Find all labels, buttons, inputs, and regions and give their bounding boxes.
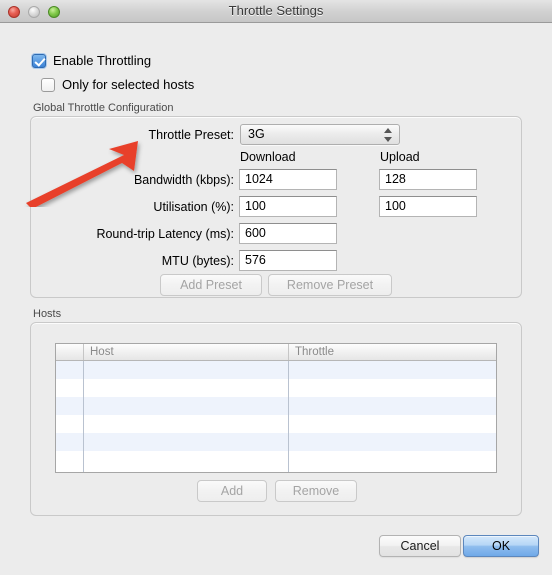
column-divider-throttle	[288, 361, 289, 472]
global-config-group-title: Global Throttle Configuration	[33, 102, 174, 114]
table-row[interactable]	[56, 433, 496, 451]
ok-button[interactable]: OK	[463, 535, 539, 557]
only-selected-hosts-row[interactable]: Only for selected hosts	[41, 77, 194, 92]
bandwidth-download-input[interactable]: 1024	[239, 169, 337, 190]
throttle-preset-select[interactable]: 3G	[240, 124, 400, 145]
download-column-header: Download	[240, 150, 296, 164]
remove-host-button[interactable]: Remove	[275, 480, 357, 502]
table-row[interactable]	[56, 361, 496, 379]
hosts-table[interactable]: Host Throttle	[55, 343, 497, 473]
hosts-table-header: Host Throttle	[56, 344, 496, 361]
hosts-table-body[interactable]	[56, 361, 496, 472]
window-titlebar: Throttle Settings	[0, 0, 552, 23]
hosts-table-header-host[interactable]: Host	[83, 344, 288, 360]
hosts-table-header-throttle[interactable]: Throttle	[288, 344, 496, 360]
add-host-button[interactable]: Add	[197, 480, 267, 502]
utilisation-upload-input[interactable]: 100	[379, 196, 477, 217]
dialog-content: Enable Throttling Only for selected host…	[0, 23, 552, 575]
table-row[interactable]	[56, 397, 496, 415]
only-selected-hosts-label: Only for selected hosts	[62, 77, 195, 92]
upload-column-header: Upload	[380, 150, 420, 164]
utilisation-label: Utilisation (%):	[153, 200, 234, 214]
enable-throttling-label: Enable Throttling	[53, 53, 152, 68]
throttle-preset-label: Throttle Preset:	[148, 128, 234, 142]
cancel-button[interactable]: Cancel	[379, 535, 461, 557]
table-row[interactable]	[56, 415, 496, 433]
mtu-label: MTU (bytes):	[161, 254, 234, 268]
throttle-preset-value: 3G	[248, 127, 265, 141]
hosts-table-header-index[interactable]	[56, 344, 83, 360]
remove-preset-button[interactable]: Remove Preset	[268, 274, 392, 296]
bandwidth-label: Bandwidth (kbps):	[133, 173, 234, 187]
hosts-group-title: Hosts	[33, 308, 62, 320]
round-trip-latency-label: Round-trip Latency (ms):	[96, 227, 234, 241]
mtu-input[interactable]: 576	[239, 250, 337, 271]
chevron-updown-icon[interactable]	[384, 127, 393, 143]
add-preset-button[interactable]: Add Preset	[160, 274, 262, 296]
table-row[interactable]	[56, 379, 496, 397]
enable-throttling-row[interactable]: Enable Throttling	[32, 53, 151, 68]
table-row[interactable]	[56, 451, 496, 469]
column-divider-host	[83, 361, 84, 472]
round-trip-latency-input[interactable]: 600	[239, 223, 337, 244]
only-selected-hosts-checkbox[interactable]	[41, 77, 55, 92]
enable-throttling-checkbox[interactable]	[32, 53, 46, 68]
throttle-settings-window: Throttle Settings Enable Throttling Only…	[0, 0, 552, 575]
utilisation-download-input[interactable]: 100	[239, 196, 337, 217]
window-title: Throttle Settings	[228, 3, 324, 18]
bandwidth-upload-input[interactable]: 128	[379, 169, 477, 190]
